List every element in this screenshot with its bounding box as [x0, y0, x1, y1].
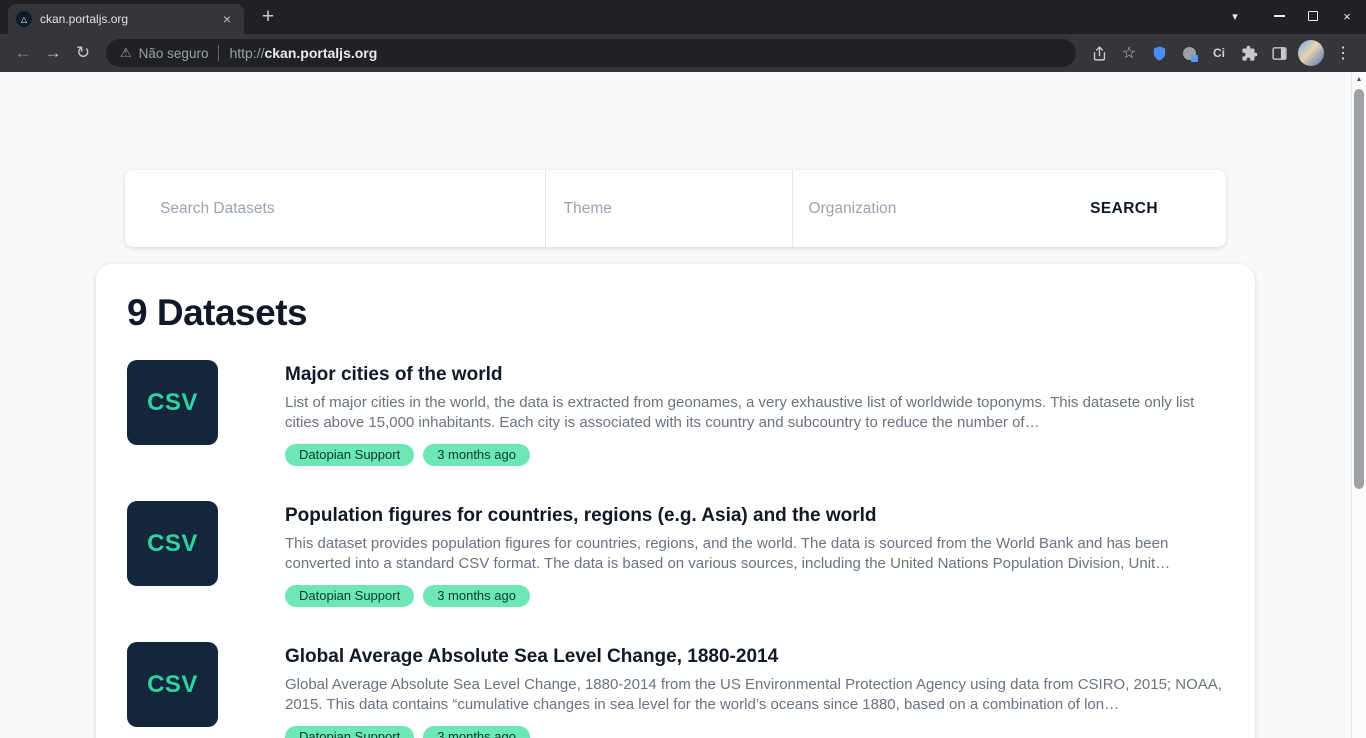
dataset-title-link[interactable]: Global Average Absolute Sea Level Change… — [285, 644, 1224, 669]
scrollbar-thumb[interactable] — [1354, 89, 1364, 489]
organization-tag[interactable]: Datopian Support — [285, 726, 414, 738]
tag-row: Datopian Support 3 months ago — [285, 585, 1224, 607]
dataset-description: Global Average Absolute Sea Level Change… — [285, 675, 1223, 715]
dataset-title-link[interactable]: Major cities of the world — [285, 362, 1224, 387]
side-panel-icon[interactable] — [1264, 39, 1294, 67]
extension-badge-icon[interactable] — [1174, 39, 1204, 67]
ci-extension-label: Ci — [1213, 46, 1225, 60]
dataset-description: List of major cities in the world, the d… — [285, 393, 1223, 433]
organization-tag[interactable]: Datopian Support — [285, 444, 414, 466]
ci-extension-icon[interactable]: Ci — [1204, 39, 1234, 67]
page-scrollbar[interactable]: ▲ — [1351, 72, 1366, 738]
csv-format-icon: CSV — [127, 501, 218, 586]
dataset-item: CSV Population figures for countries, re… — [127, 501, 1224, 607]
datasets-results-card: 9 Datasets CSV Major cities of the world… — [96, 264, 1255, 738]
bookmark-star-icon[interactable]: ☆ — [1114, 39, 1144, 67]
extension-badge — [1191, 55, 1198, 62]
search-bar-card: SEARCH — [125, 170, 1226, 247]
minimize-icon — [1274, 15, 1285, 17]
dataset-info: Population figures for countries, region… — [285, 501, 1224, 607]
dataset-info: Global Average Absolute Sea Level Change… — [285, 642, 1224, 738]
tab-search-chevron-icon[interactable]: ▾ — [1218, 0, 1252, 32]
dataset-item: CSV Major cities of the world List of ma… — [127, 360, 1224, 466]
new-tab-button[interactable]: + — [254, 3, 282, 31]
not-secure-warning-icon: ⚠ — [120, 45, 132, 61]
tab-title: ckan.portaljs.org — [40, 12, 210, 26]
security-label[interactable]: Não seguro — [139, 46, 209, 61]
extensions-puzzle-icon[interactable] — [1234, 39, 1264, 67]
restore-icon — [1308, 11, 1318, 21]
tag-row: Datopian Support 3 months ago — [285, 444, 1224, 466]
profile-avatar[interactable] — [1298, 40, 1324, 66]
browser-tab[interactable]: △ ckan.portaljs.org × — [8, 4, 244, 34]
results-count-heading: 9 Datasets — [127, 292, 1224, 334]
dataset-description: This dataset provides population figures… — [285, 534, 1223, 574]
csv-format-icon: CSV — [127, 642, 218, 727]
tab-close-icon[interactable]: × — [218, 10, 236, 28]
scrollbar-up-arrow[interactable]: ▲ — [1352, 72, 1366, 88]
search-datasets-input[interactable] — [125, 170, 545, 247]
dataset-title-link[interactable]: Population figures for countries, region… — [285, 503, 1224, 528]
url-host: ckan.portaljs.org — [264, 45, 377, 61]
maximize-restore-button[interactable] — [1296, 0, 1330, 32]
organization-input[interactable] — [792, 170, 1071, 247]
updated-time-tag: 3 months ago — [423, 726, 530, 738]
back-button[interactable]: ← — [8, 39, 38, 67]
theme-input[interactable] — [545, 170, 792, 247]
browser-menu-icon[interactable]: ⋮ — [1328, 39, 1358, 67]
dataset-info: Major cities of the world List of major … — [285, 360, 1224, 466]
page-content: SEARCH 9 Datasets CSV Major cities of th… — [0, 72, 1351, 738]
url-text[interactable]: http://ckan.portaljs.org — [229, 45, 377, 61]
organization-tag[interactable]: Datopian Support — [285, 585, 414, 607]
shield-extension-icon[interactable] — [1144, 39, 1174, 67]
url-divider — [218, 45, 219, 61]
tag-row: Datopian Support 3 months ago — [285, 726, 1224, 738]
dataset-item: CSV Global Average Absolute Sea Level Ch… — [127, 642, 1224, 738]
site-favicon-icon: △ — [16, 11, 32, 27]
address-bar[interactable]: ⚠ Não seguro http://ckan.portaljs.org — [106, 39, 1076, 67]
search-button[interactable]: SEARCH — [1070, 170, 1226, 247]
browser-tab-bar: △ ckan.portaljs.org × + ▾ × — [0, 0, 1366, 34]
window-controls: ▾ × — [1218, 0, 1364, 32]
updated-time-tag: 3 months ago — [423, 444, 530, 466]
csv-format-icon: CSV — [127, 360, 218, 445]
reload-button[interactable]: ↻ — [68, 39, 98, 67]
browser-toolbar: ← → ↻ ⚠ Não seguro http://ckan.portaljs.… — [0, 34, 1366, 72]
url-scheme: http:// — [229, 45, 264, 61]
updated-time-tag: 3 months ago — [423, 585, 530, 607]
forward-button[interactable]: → — [38, 39, 68, 67]
close-window-button[interactable]: × — [1330, 0, 1364, 32]
share-icon[interactable] — [1084, 39, 1114, 67]
minimize-button[interactable] — [1262, 0, 1296, 32]
